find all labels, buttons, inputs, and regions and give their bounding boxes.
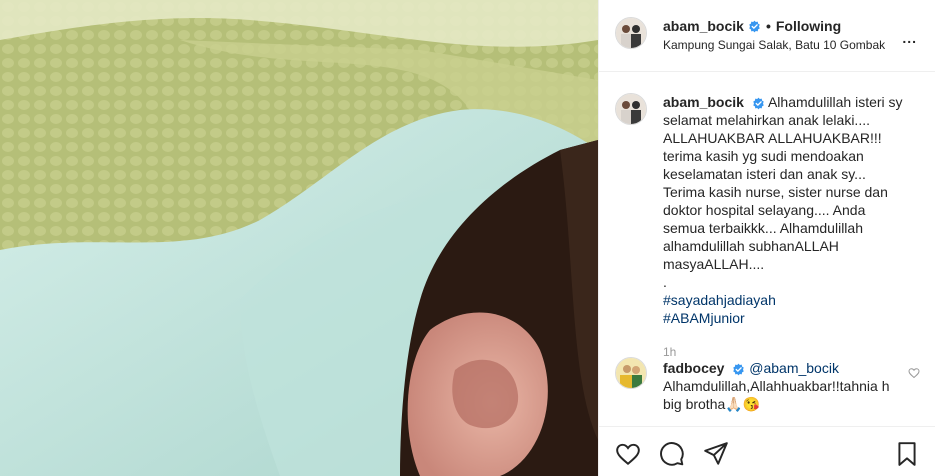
comment-body: fadbocey @abam_bocik Alhamdulillah,Allah…: [663, 359, 908, 413]
post-side-panel: abam_bocik • Following Kampung Sungai Sa…: [598, 0, 935, 476]
hashtag-link[interactable]: #sayadahjadiayah: [663, 291, 908, 309]
comments-list: abam_bocik Alhamdulillah isteri sy selam…: [599, 73, 935, 423]
comment-text: Alhamdulillah,Allahhuakbar!!tahnia h big…: [663, 378, 890, 412]
post-header: abam_bocik • Following Kampung Sungai Sa…: [599, 0, 935, 72]
verified-badge-icon: [749, 20, 760, 32]
paper-plane-icon: [704, 442, 728, 465]
comment-like-heart-icon[interactable]: [908, 367, 920, 379]
header-separator: •: [765, 18, 771, 34]
header-username[interactable]: abam_bocik: [663, 18, 744, 34]
following-button[interactable]: Following: [776, 18, 841, 34]
like-button[interactable]: [615, 441, 641, 467]
verified-badge-icon: [733, 363, 745, 376]
caption-username[interactable]: abam_bocik: [663, 94, 744, 110]
post-photo[interactable]: [0, 0, 598, 476]
avatar[interactable]: [615, 17, 647, 49]
avatar[interactable]: [615, 357, 647, 389]
comment-button[interactable]: [659, 441, 685, 467]
caption-dot-line: .: [663, 274, 667, 290]
bookmark-icon: [898, 442, 916, 466]
avatar[interactable]: [615, 93, 647, 125]
share-button[interactable]: [703, 441, 729, 467]
more-options-icon[interactable]: ...: [902, 30, 917, 46]
save-button[interactable]: [894, 441, 920, 467]
heart-icon: [616, 443, 640, 466]
header-user-line: abam_bocik • Following: [663, 18, 841, 34]
mention-link[interactable]: @abam_bocik: [749, 360, 839, 376]
comment-username[interactable]: fadbocey: [663, 360, 724, 376]
newborn-photo-image: [0, 0, 598, 476]
caption-body: abam_bocik Alhamdulillah isteri sy selam…: [663, 93, 908, 361]
post-action-bar: [599, 426, 935, 476]
location-link[interactable]: Kampung Sungai Salak, Batu 10 Gombak: [663, 38, 885, 52]
verified-badge-icon: [753, 97, 764, 110]
caption-text: Alhamdulillah isteri sy selamat melahirk…: [663, 94, 903, 272]
hashtag-link[interactable]: #ABAMjunior: [663, 309, 908, 327]
speech-bubble-icon: [660, 442, 684, 466]
